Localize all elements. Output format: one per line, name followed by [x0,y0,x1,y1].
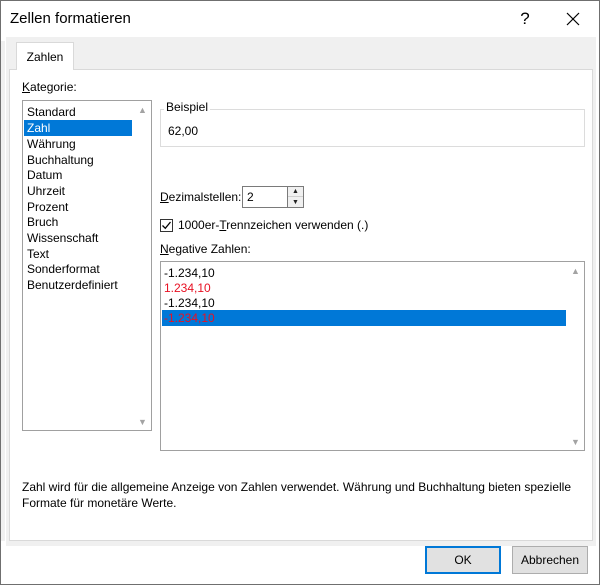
decimals-label: Dezimalstellen: [160,190,242,204]
negative-numbers-label: Negative Zahlen: [160,242,251,256]
category-list[interactable]: Standard Zahl Währung Buchhaltung Datum … [22,100,152,431]
list-item-bruch[interactable]: Bruch [24,214,132,230]
left-edge-strip [1,41,5,541]
decimals-stepper[interactable]: ▲ ▼ [288,186,304,208]
scroll-down-icon[interactable]: ▼ [567,433,584,450]
category-label: Kategorie: [22,80,77,94]
format-description: Zahl wird für die allgemeine Anzeige von… [22,480,572,510]
list-item-waehrung[interactable]: Währung [24,136,132,152]
cancel-button[interactable]: Abbrechen [512,546,588,574]
ok-button-label: OK [454,553,472,567]
cancel-button-label: Abbrechen [520,553,580,567]
list-item-uhrzeit[interactable]: Uhrzeit [24,183,132,199]
list-item-sonderformat[interactable]: Sonderformat [24,261,132,277]
list-item-text[interactable]: Text [24,246,132,262]
dialog-title: Zellen formatieren [10,10,131,27]
stepper-down-icon[interactable]: ▼ [288,197,303,207]
list-item-zahl[interactable]: Zahl [24,120,132,136]
list-item-wissenschaft[interactable]: Wissenschaft [24,230,132,246]
list-item-datum[interactable]: Datum [24,167,132,183]
list-item-prozent[interactable]: Prozent [24,199,132,215]
close-button[interactable] [555,4,591,34]
negative-numbers-scrollbar[interactable]: ▲ ▼ [567,262,584,450]
format-cells-dialog: Zellen formatieren ? Zahlen Kategorie: S… [0,0,600,585]
help-button[interactable]: ? [507,4,543,34]
title-bar[interactable]: Zellen formatieren ? [1,1,599,37]
ok-button[interactable]: OK [425,546,501,574]
tab-panel-zahlen: Kategorie: Standard Zahl Währung Buchhal… [9,69,593,541]
scroll-down-icon[interactable]: ▼ [134,413,151,430]
thousands-separator-label[interactable]: 1000er-Trennzeichen verwenden (.) [178,218,368,232]
dialog-body: Zahlen Kategorie: Standard Zahl Währung … [6,37,596,546]
checkmark-icon [162,221,172,230]
list-item-buchhaltung[interactable]: Buchhaltung [24,152,132,168]
negative-numbers-list[interactable]: -1.234,10 1.234,10 -1.234,10 -1.234,10 ▲… [160,261,585,451]
thousands-separator-checkbox[interactable] [160,219,173,232]
list-item-benutzerdefiniert[interactable]: Benutzerdefiniert [24,277,132,293]
sample-value: 62,00 [168,124,199,138]
scroll-up-icon[interactable]: ▲ [134,101,151,118]
category-scrollbar[interactable]: ▲ ▼ [134,101,151,430]
help-icon: ? [520,9,530,28]
scroll-up-icon[interactable]: ▲ [567,262,584,279]
sample-groupbox [160,109,585,147]
tab-zahlen[interactable]: Zahlen [16,42,74,70]
decimals-input[interactable]: 2 [242,186,288,208]
list-item-negative-2[interactable]: 1.234,10 [162,280,566,296]
list-item-standard[interactable]: Standard [24,104,132,120]
list-item-negative-1[interactable]: -1.234,10 [162,265,566,281]
list-item-negative-3[interactable]: -1.234,10 [162,295,566,311]
close-icon [566,12,580,26]
stepper-up-icon[interactable]: ▲ [288,187,303,197]
tab-label: Zahlen [26,49,64,64]
list-item-negative-4[interactable]: -1.234,10 [162,310,566,326]
sample-label: Beispiel [164,100,211,114]
